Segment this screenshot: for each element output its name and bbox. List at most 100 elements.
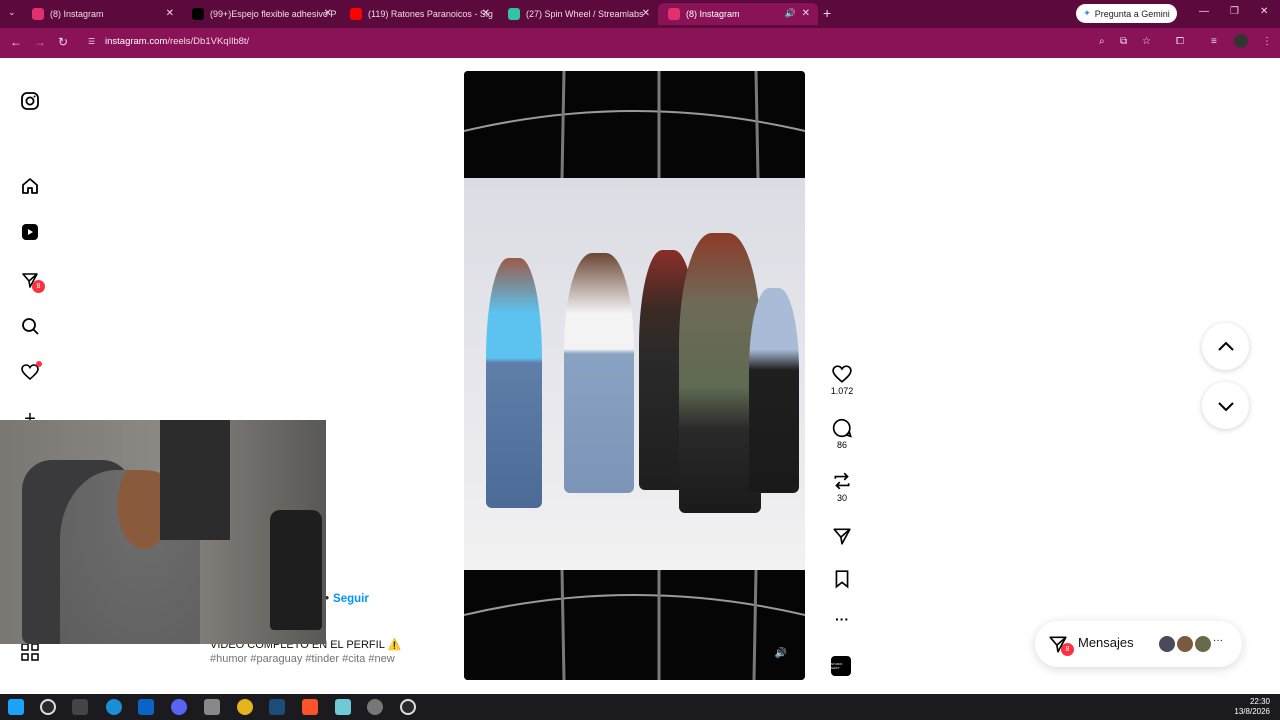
messages-pill-badge: 8 [1061, 643, 1074, 656]
gemini-button[interactable]: ✦ Pregunta a Gemini [1076, 4, 1177, 23]
profile-avatar[interactable] [1234, 34, 1248, 48]
instagram-page: 8 + 🔊 1.072 86 30 ··· STUDIO SHIFT • Seg… [0, 58, 1280, 694]
media-control-icon[interactable]: ≡ [1211, 36, 1217, 47]
system-clock[interactable]: 22:30 13/8/2026 [1234, 697, 1270, 717]
chevron-down-icon [1217, 401, 1234, 411]
more-apps-icon[interactable] [20, 642, 40, 662]
reel-hashtags[interactable]: #humor #paraguay #tinder #cita #new [210, 653, 395, 665]
repost-button[interactable]: 30 [822, 471, 862, 503]
url-host: instagram.com [105, 36, 168, 47]
instagram-favicon-icon [668, 8, 680, 20]
video-top-band [464, 71, 805, 179]
chrome-icon[interactable] [237, 699, 253, 715]
address-bar[interactable]: instagram.com/reels/Db1VKqIlb8t/ [105, 36, 249, 47]
share-icon [833, 528, 851, 545]
clock-date: 13/8/2026 [1234, 707, 1270, 716]
close-tab-icon[interactable]: ✕ [166, 8, 174, 19]
tab-instagram-active[interactable]: (8) Instagram 🔊 ✕ [658, 3, 818, 25]
avatar [1193, 634, 1213, 654]
zoom-icon[interactable]: ⌕ [1099, 36, 1105, 47]
tab-instagram-1[interactable]: (8) Instagram ✕ [22, 3, 182, 25]
site-info-icon[interactable]: ☰ [88, 37, 95, 46]
repost-icon [834, 472, 850, 490]
browser-toolbar: ← → ↻ ☰ instagram.com/reels/Db1VKqIlb8t/… [0, 28, 1280, 58]
audio-avatar[interactable]: STUDIO SHIFT [831, 656, 851, 676]
video-scene [464, 178, 805, 570]
repost-count: 30 [836, 493, 847, 503]
next-reel-button[interactable] [1202, 382, 1249, 429]
discord-icon[interactable] [171, 699, 187, 715]
close-tab-icon[interactable]: ✕ [482, 8, 490, 19]
url-path: /reels/Db1VKqIlb8t/ [167, 36, 250, 47]
coffee-machine [270, 510, 322, 630]
chevron-up-icon [1217, 341, 1234, 351]
search-icon[interactable] [20, 316, 40, 336]
windows-start-icon[interactable] [8, 699, 24, 715]
more-conversations-icon: ··· [1213, 635, 1223, 646]
tab-title: (99+)Espejo flexible adhesivo P [210, 9, 337, 19]
back-icon[interactable]: ← [10, 35, 22, 49]
close-window-icon[interactable]: ✕ [1260, 6, 1268, 17]
obs-icon[interactable] [400, 699, 416, 715]
messages-pill[interactable]: 8 Mensajes ··· [1035, 621, 1242, 667]
gemini-sparkle-icon: ✦ [1083, 8, 1091, 18]
avatar [1157, 634, 1177, 654]
notifications-heart-icon[interactable] [20, 361, 42, 382]
share-button[interactable] [822, 526, 862, 548]
instagram-favicon-icon [32, 8, 44, 20]
home-icon[interactable] [20, 176, 40, 196]
audio-avatar-text: STUDIO SHIFT [831, 662, 843, 670]
forward-icon[interactable]: → [34, 35, 46, 49]
bookmark-star-icon[interactable]: ☆ [1142, 36, 1151, 47]
speaker-icon[interactable]: 🔊 [785, 8, 796, 19]
outlook-icon[interactable] [138, 699, 154, 715]
notepad-icon[interactable] [335, 699, 351, 715]
messages-icon[interactable]: 8 [20, 270, 45, 293]
like-count: 1.072 [830, 386, 854, 396]
tab-ratones[interactable]: (119) Ratones Paranoicos - Sig ✕ [340, 3, 498, 25]
video-bottom-band [464, 569, 805, 680]
brave-icon[interactable] [302, 699, 318, 715]
person-figure [486, 258, 542, 508]
close-tab-icon[interactable]: ✕ [642, 8, 650, 19]
extensions-icon[interactable]: ⧠ [1176, 36, 1184, 47]
install-app-icon[interactable]: ⧉ [1120, 36, 1127, 47]
new-tab-icon[interactable]: + [823, 5, 831, 21]
steam-icon[interactable] [269, 699, 285, 715]
previous-reel-button[interactable] [1202, 323, 1249, 370]
settings-icon[interactable] [367, 699, 383, 715]
save-button[interactable] [822, 569, 862, 591]
notification-dot [36, 361, 42, 367]
door-frame [160, 420, 230, 540]
tab-espejo[interactable]: (99+)Espejo flexible adhesivo P ✕ [182, 3, 340, 25]
windows-taskbar: 22:30 13/8/2026 [0, 694, 1280, 720]
bookmark-icon [835, 570, 849, 589]
close-tab-icon[interactable]: ✕ [802, 8, 810, 19]
tab-list-dropdown-icon[interactable]: ⌄ [8, 7, 16, 18]
follow-link[interactable]: • Seguir [325, 593, 369, 605]
instagram-logo-icon[interactable] [20, 91, 40, 111]
edge-icon[interactable] [106, 699, 122, 715]
restore-icon[interactable]: ❐ [1230, 6, 1239, 17]
comment-button[interactable]: 86 [822, 418, 862, 450]
close-tab-icon[interactable]: ✕ [324, 8, 332, 19]
more-options-icon[interactable]: ··· [822, 611, 862, 627]
minimize-icon[interactable]: — [1199, 6, 1209, 17]
tab-title: (8) Instagram [50, 9, 104, 19]
reload-icon[interactable]: ↻ [58, 35, 68, 49]
streamlabs-favicon-icon [508, 8, 520, 20]
volume-icon[interactable]: 🔊 [773, 648, 789, 664]
app-icon[interactable] [204, 699, 220, 715]
heart-icon [832, 365, 852, 383]
tab-spin-wheel[interactable]: (27) Spin Wheel / Streamlabs ✕ [498, 3, 658, 25]
reels-icon[interactable] [20, 222, 40, 242]
follow-label: Seguir [333, 593, 369, 605]
reel-video-player[interactable] [464, 71, 805, 680]
messages-label: Mensajes [1078, 635, 1134, 650]
youtube-favicon-icon [350, 8, 362, 20]
like-button[interactable]: 1.072 [822, 364, 862, 396]
browser-menu-icon[interactable]: ⋮ [1262, 36, 1272, 47]
webcam-overlay [0, 420, 326, 644]
search-icon[interactable] [40, 699, 56, 715]
task-view-icon[interactable] [72, 699, 88, 715]
